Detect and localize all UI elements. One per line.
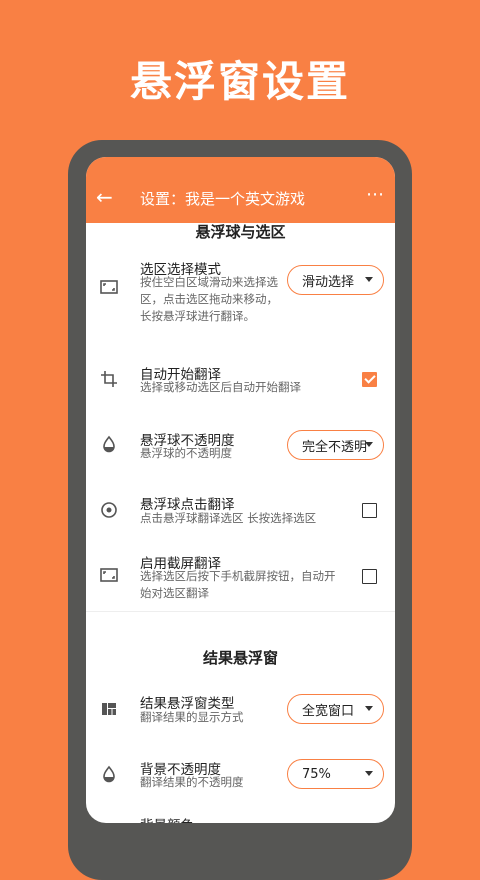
section-divider <box>86 611 395 612</box>
app-screen: ← 设置：我是一个英文游戏 ⋯ 悬浮球与选区 选区选择模式 按住空白区域滑动来选… <box>86 157 395 823</box>
ball-click-translate-checkbox[interactable] <box>362 503 377 518</box>
dropdown-value: 75% <box>302 766 331 782</box>
selection-mode-dropdown[interactable]: 滑动选择 <box>287 265 384 295</box>
setting-desc: 翻译结果的不透明度 <box>140 775 244 789</box>
dropdown-value: 滑动选择 <box>302 274 355 290</box>
background-opacity-dropdown[interactable]: 75% <box>287 759 384 789</box>
setting-desc: 选择选区后按下手机截屏按钮，自动开始对选区翻译 <box>140 569 336 600</box>
crop-frame-icon <box>98 564 120 586</box>
chevron-down-icon <box>365 442 373 447</box>
crop-rotate-icon <box>98 368 120 390</box>
chevron-down-icon <box>365 277 373 282</box>
drop-icon <box>98 763 120 785</box>
setting-desc: 翻译结果的显示方式 <box>140 710 244 724</box>
chevron-down-icon <box>365 706 373 711</box>
section-title-float: 悬浮球与选区 <box>195 223 286 241</box>
app-bar: ← 设置：我是一个英文游戏 ⋯ <box>86 157 395 223</box>
screenshot-translate-checkbox[interactable] <box>362 569 377 584</box>
setting-title: 背景颜色 <box>140 814 194 823</box>
auto-translate-checkbox[interactable] <box>362 372 377 387</box>
dropdown-value: 完全不透明 <box>302 439 368 455</box>
ball-opacity-dropdown[interactable]: 完全不透明 <box>287 430 384 460</box>
drop-icon <box>98 433 120 455</box>
dropdown-value: 全宽窗口 <box>302 703 355 719</box>
setting-desc: 按住空白区域滑动来选择选区，点击选区拖动来移动，长按悬浮球进行翻译。 <box>140 275 278 323</box>
app-bar-title: 设置：我是一个英文游戏 <box>140 190 306 208</box>
setting-desc: 选择或移动选区后自动开始翻译 <box>140 380 301 394</box>
setting-desc: 点击悬浮球翻译选区 长按选择选区 <box>140 511 317 525</box>
target-icon <box>98 499 120 521</box>
more-options-icon[interactable]: ⋯ <box>366 185 385 205</box>
back-arrow-icon[interactable]: ← <box>96 187 113 207</box>
crop-frame-icon <box>98 276 120 298</box>
dashboard-icon <box>98 698 120 720</box>
section-title-result: 结果悬浮窗 <box>202 649 278 667</box>
chevron-down-icon <box>365 771 373 776</box>
result-window-type-dropdown[interactable]: 全宽窗口 <box>287 694 384 724</box>
promo-headline: 悬浮窗设置 <box>129 57 350 106</box>
setting-desc: 悬浮球的不透明度 <box>140 446 232 460</box>
